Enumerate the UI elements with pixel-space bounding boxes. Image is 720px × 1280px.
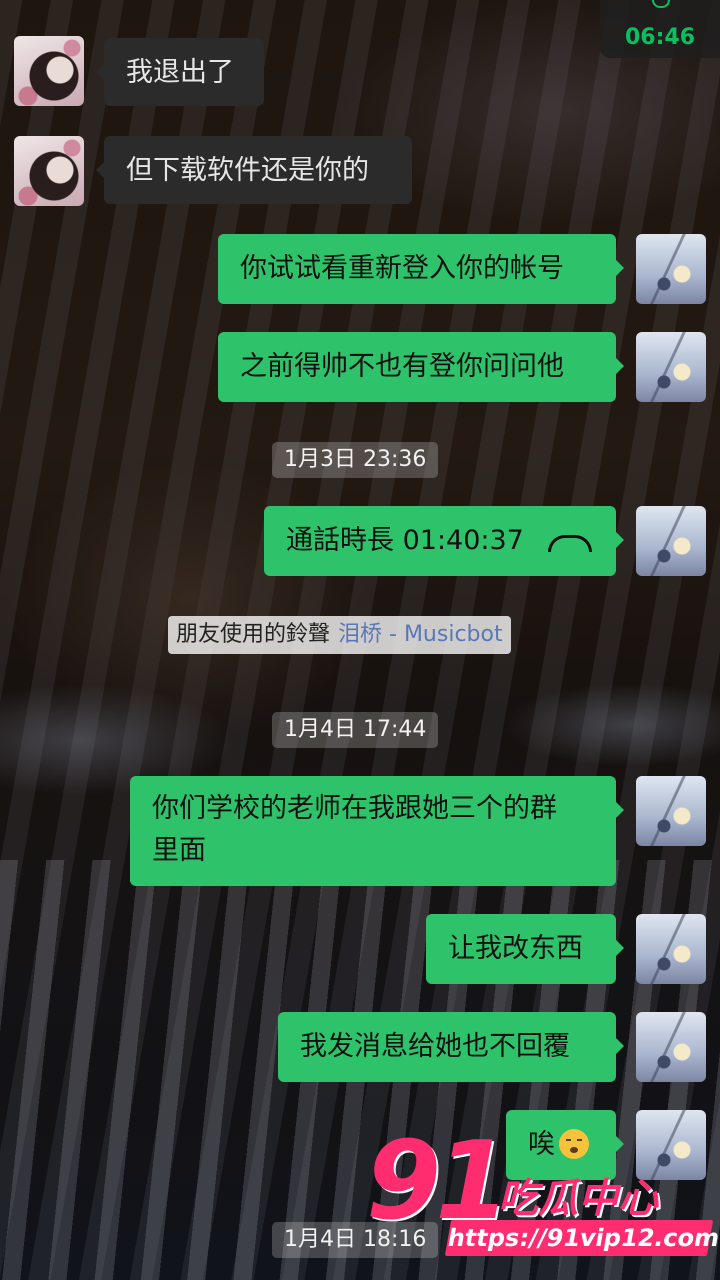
message-text-line: 你们学校的老师在我跟她三个的群 <box>152 793 557 824</box>
message-text: 我发消息给她也不回覆 <box>300 1031 570 1062</box>
call-handset-icon <box>548 535 593 552</box>
ringtone-label: 朋友使用的鈴聲 <box>176 622 331 647</box>
watermark-url: https://91vip12.com <box>444 1220 720 1256</box>
message-bubble-incoming[interactable]: 我退出了 <box>96 38 264 106</box>
my-avatar[interactable] <box>636 332 706 402</box>
message-timestamp: 1月4日 17:44 <box>272 712 439 748</box>
message-text: 让我改东西 <box>448 933 583 964</box>
my-avatar[interactable] <box>636 1012 706 1082</box>
call-record-bubble[interactable]: 通話時長 01:40:37 <box>264 506 624 576</box>
my-avatar[interactable] <box>636 506 706 576</box>
message-bubble-outgoing[interactable]: 你试试看重新登入你的帐号 <box>218 234 624 304</box>
call-duration-text: 通話時長 01:40:37 <box>286 525 524 556</box>
my-avatar[interactable] <box>636 914 706 984</box>
contact-avatar[interactable] <box>14 36 84 106</box>
ringtone-notice: 朋友使用的鈴聲 泪桥 - Musicbot <box>168 616 511 654</box>
message-bubble-incoming[interactable]: 但下载软件还是你的 <box>96 136 412 204</box>
message-bubble-outgoing[interactable]: 我发消息给她也不回覆 <box>278 1012 624 1082</box>
site-watermark: 91 吃瓜中心 https://91vip12.com <box>366 1128 720 1264</box>
watermark-site-name: 吃瓜中心 <box>498 1176 658 1222</box>
call-timer-text: 06:46 <box>624 25 696 50</box>
my-avatar[interactable] <box>636 234 706 304</box>
call-timer-badge[interactable]: 06:46 <box>600 0 720 58</box>
my-avatar[interactable] <box>636 776 706 846</box>
message-bubble-outgoing[interactable]: 让我改东西 <box>426 914 624 984</box>
message-timestamp: 1月3日 23:36 <box>272 442 439 478</box>
message-text: 但下载软件还是你的 <box>126 155 369 186</box>
contact-avatar[interactable] <box>14 136 84 206</box>
message-text: 你试试看重新登入你的帐号 <box>240 253 564 284</box>
message-text-line: 里面 <box>152 835 206 866</box>
message-text: 我退出了 <box>126 57 234 88</box>
message-text: 之前得帅不也有登你问问他 <box>240 351 564 382</box>
message-bubble-outgoing[interactable]: 之前得帅不也有登你问问他 <box>218 332 624 402</box>
ringtone-song-link[interactable]: 泪桥 - Musicbot <box>338 622 503 647</box>
message-bubble-outgoing[interactable]: 你们学校的老师在我跟她三个的群 里面 <box>130 776 624 886</box>
